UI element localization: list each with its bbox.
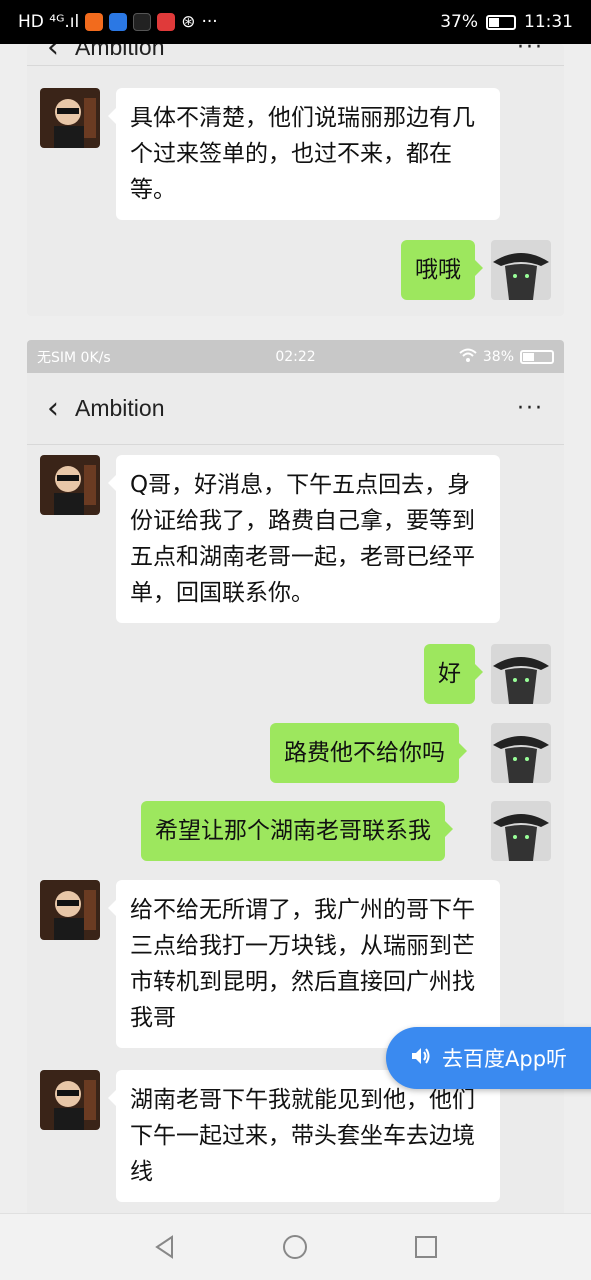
chevron-left-icon[interactable]: ‹ — [47, 44, 59, 65]
vpn-icon: ⊛ — [181, 12, 196, 32]
wifi-icon — [459, 348, 477, 366]
inner-status-bar: 无SIM 0K/s 02:22 38% — [27, 340, 564, 373]
user-avatar[interactable] — [491, 723, 551, 783]
notification-more: ··· — [201, 12, 218, 32]
network-indicator: HD ⁴ᴳ.ıl — [18, 12, 80, 32]
chat-title: Ambition — [75, 44, 165, 60]
user-avatar[interactable] — [491, 801, 551, 861]
tiktok-icon — [133, 13, 152, 31]
sohu-icon — [85, 13, 104, 31]
message-bubble-outgoing[interactable]: 路费他不给你吗 — [270, 723, 467, 783]
message-bubble-outgoing[interactable]: 希望让那个湖南老哥联系我 — [141, 801, 453, 861]
inner-status-left: 无SIM 0K/s — [37, 349, 111, 366]
message-bubble-incoming[interactable]: 给不给无所谓了，我广州的哥下午三点给我打一万块钱，从瑞丽到芒市转机到昆明，然后直… — [108, 880, 500, 1048]
message-bubble-incoming[interactable]: Q哥，好消息，下午五点回去，身份证给我了，路费自己拿，要等到五点和湖南老哥一起，… — [108, 455, 500, 623]
speaker-icon — [410, 1046, 432, 1071]
contact-avatar[interactable] — [40, 880, 100, 940]
chat-title: Ambition — [75, 395, 165, 421]
user-avatar[interactable] — [491, 644, 551, 704]
status-right: 37% 11:31 — [440, 12, 573, 32]
more-options-icon[interactable]: ··· — [517, 44, 544, 60]
contact-avatar[interactable] — [40, 1070, 100, 1130]
triangle-back-icon[interactable] — [135, 1222, 195, 1272]
more-options-icon[interactable]: ··· — [517, 396, 544, 421]
inner-status-right: 38% — [459, 348, 554, 366]
chevron-left-icon[interactable]: ‹ — [47, 391, 59, 426]
baidu-icon — [109, 13, 128, 31]
circle-home-icon[interactable] — [265, 1222, 325, 1272]
message-bubble-outgoing[interactable]: 好 — [424, 644, 483, 704]
user-avatar[interactable] — [491, 240, 551, 300]
contact-avatar[interactable] — [40, 455, 100, 515]
status-left: HD ⁴ᴳ.ıl ⊛ ··· — [18, 12, 218, 32]
chat-header-partial: ‹ Ambition ··· — [27, 44, 564, 66]
clock: 11:31 — [524, 12, 573, 32]
previous-chat-screenshot: ‹ Ambition ··· 具体不清楚，他们说瑞丽那边有几个过来签单的，也过不… — [27, 44, 564, 316]
inner-battery-percent: 38% — [482, 348, 514, 365]
chat-header: ‹ Ambition ··· — [27, 373, 564, 445]
square-recents-icon[interactable] — [396, 1222, 456, 1272]
navigation-bar — [0, 1213, 591, 1280]
battery-icon — [486, 14, 516, 30]
toutiao-icon — [157, 13, 176, 31]
listen-label: 去百度App听 — [442, 1047, 568, 1071]
listen-in-baidu-button[interactable]: 去百度App听 — [386, 1027, 591, 1089]
message-bubble-outgoing[interactable]: 哦哦 — [401, 240, 483, 300]
inner-battery-icon — [520, 349, 554, 364]
message-bubble-incoming[interactable]: 具体不清楚，他们说瑞丽那边有几个过来签单的，也过不来，都在等。 — [108, 88, 500, 220]
battery-percent: 37% — [440, 12, 478, 32]
contact-avatar[interactable] — [40, 88, 100, 148]
phone-status-bar: HD ⁴ᴳ.ıl ⊛ ··· 37% 11:31 — [0, 0, 591, 44]
message-bubble-incoming[interactable]: 湖南老哥下午我就能见到他，他们下午一起过来，带头套坐车去边境线 — [108, 1070, 500, 1202]
